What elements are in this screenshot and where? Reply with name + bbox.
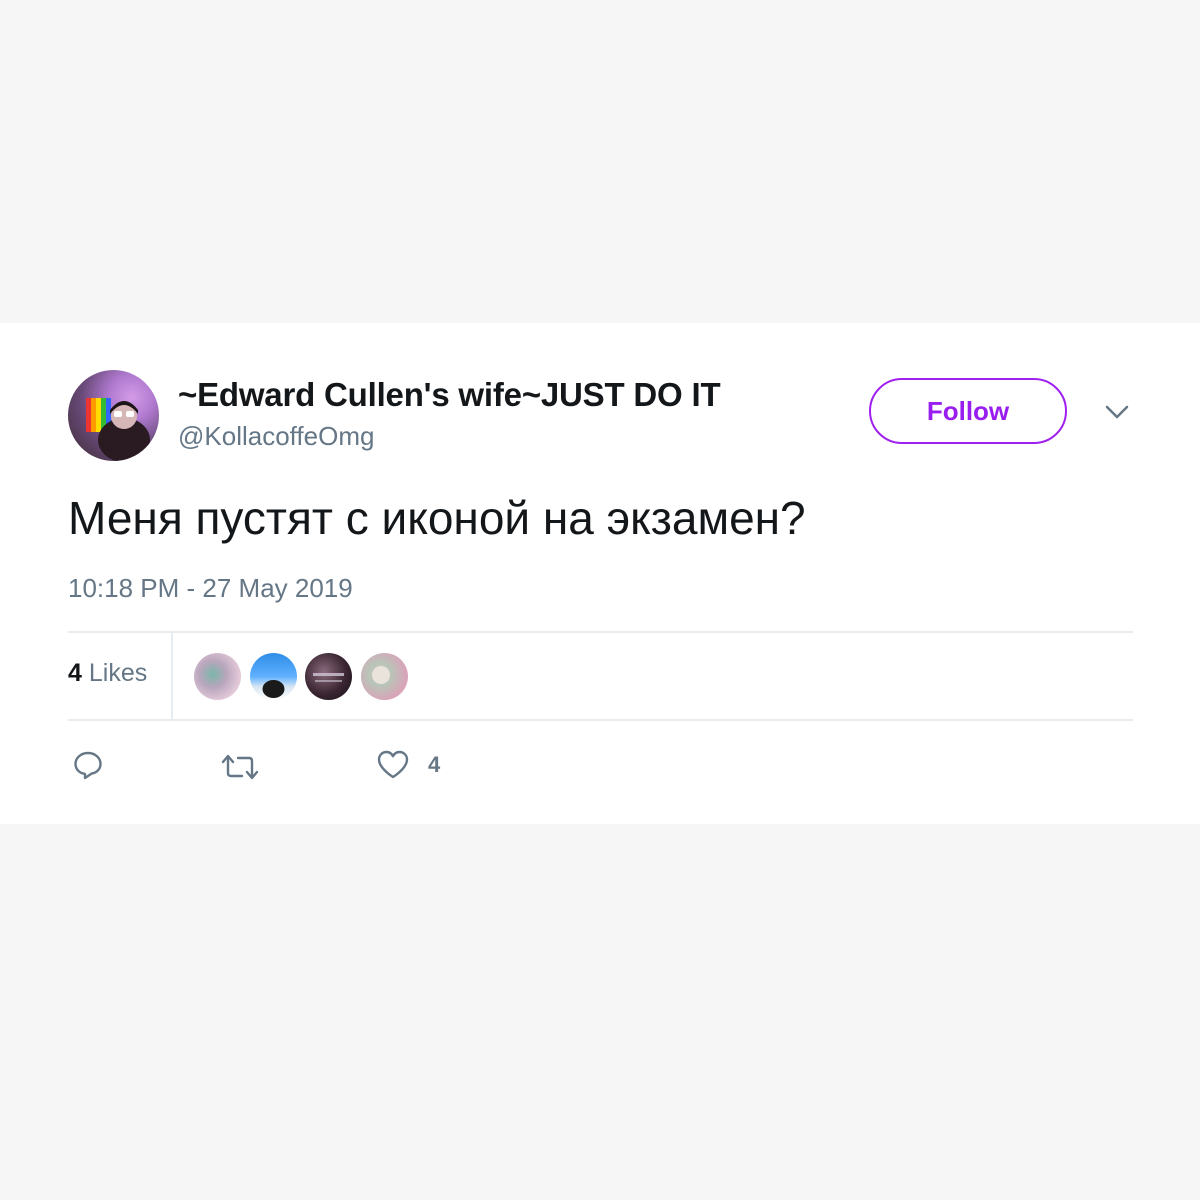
divider — [68, 719, 1133, 721]
liker-avatar[interactable] — [194, 653, 241, 700]
reply-icon[interactable] — [72, 749, 104, 781]
author-avatar[interactable] — [68, 370, 159, 461]
chevron-down-icon[interactable] — [1104, 403, 1130, 421]
liker-avatar[interactable] — [250, 653, 297, 700]
tweet-text: Меня пустят с иконой на экзамен? — [68, 492, 806, 544]
author-display-name[interactable]: ~Edward Cullen's wife~JUST DO IT — [178, 376, 721, 414]
tweet-timestamp[interactable]: 10:18 PM - 27 May 2019 — [68, 573, 353, 604]
likes-count[interactable]: 4 Likes — [68, 659, 147, 688]
divider — [68, 631, 1133, 633]
divider — [171, 633, 173, 719]
liker-avatar[interactable] — [361, 653, 408, 700]
retweet-icon[interactable] — [220, 753, 260, 781]
likes-number: 4 — [68, 659, 82, 687]
tweet-card: ~Edward Cullen's wife~JUST DO IT @Kollac… — [0, 323, 1200, 824]
likes-label: Likes — [88, 659, 148, 687]
author-username[interactable]: @KollacoffeOmg — [178, 421, 374, 452]
heart-icon[interactable] — [376, 749, 410, 781]
follow-button[interactable]: Follow — [869, 378, 1067, 444]
like-count: 4 — [428, 752, 441, 777]
liker-avatar[interactable] — [305, 653, 352, 700]
